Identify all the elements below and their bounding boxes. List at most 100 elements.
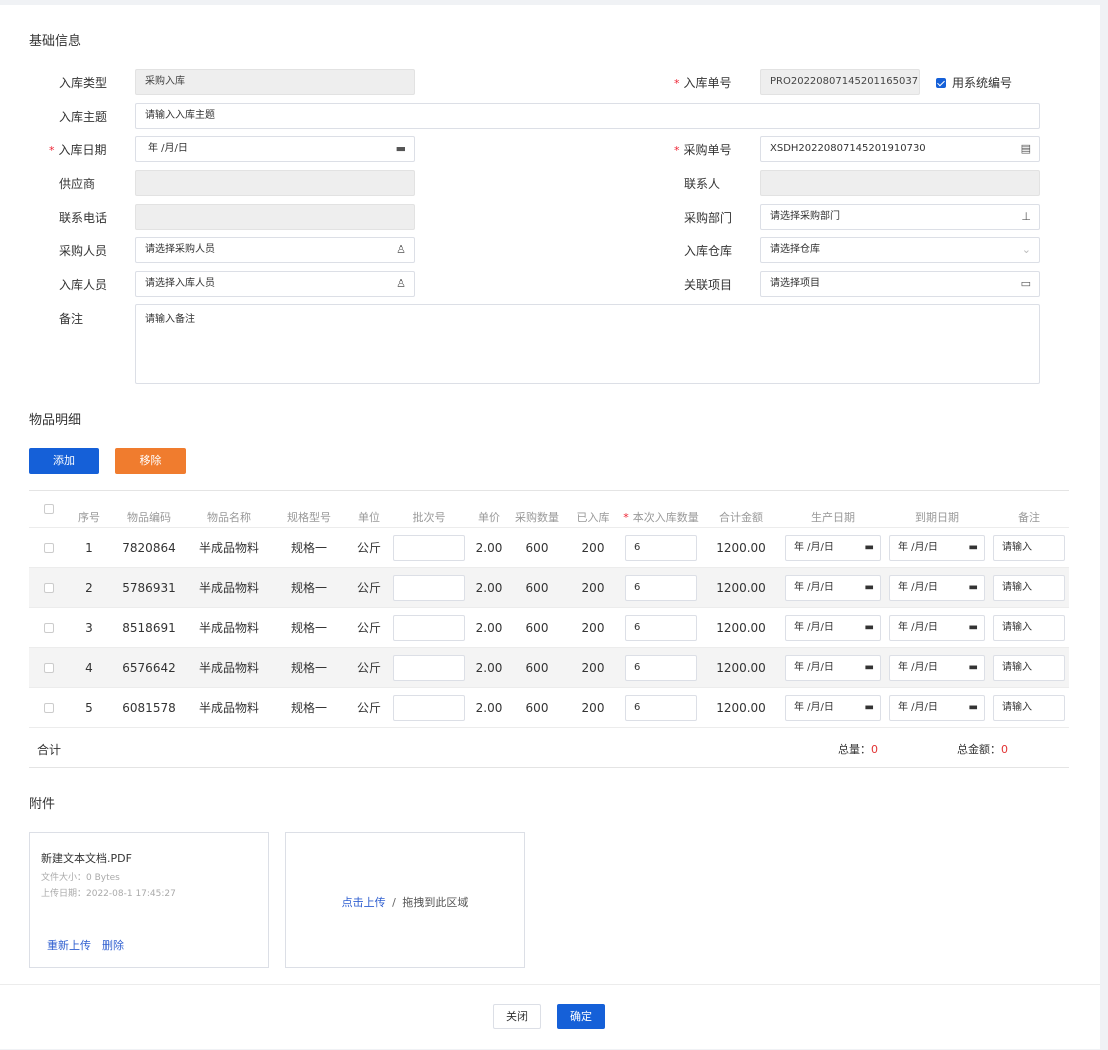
purchase-no-field[interactable]: XSDH20220807145201910730 ▤ xyxy=(760,136,1040,162)
calendar-icon[interactable]: ▬ xyxy=(969,656,978,680)
mfg-date-input[interactable]: 年 /月/日 ▬ xyxy=(785,655,881,681)
supplier-field xyxy=(135,170,415,196)
summary-label: 合计 xyxy=(37,743,62,757)
type-value: 采购入库 xyxy=(145,76,185,87)
note-input[interactable]: 请输入 xyxy=(993,695,1065,721)
delete-link[interactable]: 删除 xyxy=(102,937,124,953)
mfg-date-input-value: 年 /月/日 xyxy=(794,702,834,713)
type-field: 采购入库 xyxy=(135,69,415,95)
click-upload-link[interactable]: 点击上传 xyxy=(342,896,386,909)
use-system-no-checkbox[interactable]: 用系统编号 xyxy=(936,74,1012,91)
this-qty-input-value: 6 xyxy=(634,702,641,713)
cell-unit: 公斤 xyxy=(356,621,382,635)
calendar-icon[interactable]: ▬ xyxy=(865,696,874,720)
user-add-icon[interactable]: ♙ xyxy=(396,238,406,262)
row-checkbox[interactable] xyxy=(44,703,54,713)
calendar-icon[interactable]: ▬ xyxy=(969,696,978,720)
batch-input[interactable] xyxy=(393,575,465,601)
org-chart-icon[interactable]: ⊥ xyxy=(1021,205,1031,229)
row-checkbox[interactable] xyxy=(44,543,54,553)
footer-divider xyxy=(0,984,1100,985)
this-qty-input[interactable]: 6 xyxy=(625,695,697,721)
file-size: 文件大小：0 Bytes xyxy=(41,873,120,883)
remark-textarea[interactable]: 请输入备注 xyxy=(135,304,1040,384)
exp-date-input[interactable]: 年 /月/日 ▬ xyxy=(889,695,985,721)
cell-code: 5786931 xyxy=(122,581,176,595)
exp-date-input[interactable]: 年 /月/日 ▬ xyxy=(889,615,985,641)
column-header: 规格型号 xyxy=(287,509,331,525)
add-button[interactable]: 添加 xyxy=(29,448,99,474)
buyer-select[interactable]: 请选择采购人员 ♙ xyxy=(135,237,415,263)
date-input[interactable]: 年 /月/日 ▬ xyxy=(135,136,415,162)
row-checkbox[interactable] xyxy=(44,623,54,633)
cell-name: 半成品物料 xyxy=(198,661,260,675)
cell-amount: 1200.00 xyxy=(716,541,766,555)
stocker-select[interactable]: 请选择入库人员 ♙ xyxy=(135,271,415,297)
cell-qty: 600 xyxy=(525,661,549,675)
cell-amount: 1200.00 xyxy=(716,621,766,635)
upload-text: 点击上传 / 拖拽到此区域 xyxy=(286,894,524,910)
note-input[interactable]: 请输入 xyxy=(993,615,1065,641)
calendar-icon[interactable]: ▬ xyxy=(865,536,874,560)
checkbox-checked-icon[interactable] xyxy=(936,77,946,88)
note-input[interactable]: 请输入 xyxy=(993,535,1065,561)
mfg-date-input[interactable]: 年 /月/日 ▬ xyxy=(785,695,881,721)
calendar-icon[interactable]: ▬ xyxy=(969,616,978,640)
dept-select[interactable]: 请选择采购部门 ⊥ xyxy=(760,204,1040,230)
row-checkbox[interactable] xyxy=(44,583,54,593)
required-mark: * xyxy=(49,144,55,157)
column-header-text: 批次号 xyxy=(412,511,446,524)
cell-spec: 规格一 xyxy=(290,701,328,715)
calendar-icon[interactable]: ▬ xyxy=(969,576,978,600)
exp-date-input[interactable]: 年 /月/日 ▬ xyxy=(889,535,985,561)
reupload-link[interactable]: 重新上传 xyxy=(47,937,91,953)
note-input[interactable]: 请输入 xyxy=(993,575,1065,601)
user-add-icon[interactable]: ♙ xyxy=(396,272,406,296)
chevron-down-icon[interactable]: ⌄ xyxy=(1022,238,1031,262)
cell-idx: 4 xyxy=(85,661,93,675)
exp-date-input-value: 年 /月/日 xyxy=(898,542,938,553)
this-qty-input[interactable]: 6 xyxy=(625,575,697,601)
this-qty-input[interactable]: 6 xyxy=(625,615,697,641)
exp-date-input-value: 年 /月/日 xyxy=(898,582,938,593)
row-checkbox[interactable] xyxy=(44,663,54,673)
exp-date-input[interactable]: 年 /月/日 ▬ xyxy=(889,655,985,681)
calendar-icon[interactable]: ▬ xyxy=(865,656,874,680)
confirm-button[interactable]: 确定 xyxy=(557,1004,605,1029)
window-icon[interactable]: ▭ xyxy=(1021,272,1031,296)
dept-label: 采购部门 xyxy=(684,211,733,225)
this-qty-input[interactable]: 6 xyxy=(625,655,697,681)
select-all-checkbox[interactable] xyxy=(44,504,54,514)
column-header-text: 规格型号 xyxy=(287,511,331,524)
column-header-text: 单价 xyxy=(478,511,500,524)
exp-date-input[interactable]: 年 /月/日 ▬ xyxy=(889,575,985,601)
subject-input[interactable]: 请输入入库主题 xyxy=(135,103,1040,129)
cell-qty: 600 xyxy=(525,701,549,715)
clipboard-icon[interactable]: ▤ xyxy=(1021,137,1031,161)
this-qty-input[interactable]: 6 xyxy=(625,535,697,561)
cell-unit: 公斤 xyxy=(356,701,382,715)
calendar-icon[interactable]: ▬ xyxy=(396,137,406,161)
note-input[interactable]: 请输入 xyxy=(993,655,1065,681)
batch-input[interactable] xyxy=(393,615,465,641)
mfg-date-input[interactable]: 年 /月/日 ▬ xyxy=(785,615,881,641)
column-header-text: 已入库 xyxy=(576,511,610,524)
column-header: 合计金额 xyxy=(719,509,763,525)
cell-idx: 3 xyxy=(85,621,93,635)
remove-button[interactable]: 移除 xyxy=(115,448,186,474)
contact-label: 联系人 xyxy=(684,177,721,191)
calendar-icon[interactable]: ▬ xyxy=(865,616,874,640)
section-title-attachments: 附件 xyxy=(29,797,56,812)
date-label-text: 入库日期 xyxy=(58,143,107,157)
warehouse-select[interactable]: 请选择仓库 ⌄ xyxy=(760,237,1040,263)
calendar-icon[interactable]: ▬ xyxy=(969,536,978,560)
upload-dropzone[interactable]: 点击上传 / 拖拽到此区域 xyxy=(285,832,525,968)
calendar-icon[interactable]: ▬ xyxy=(865,576,874,600)
batch-input[interactable] xyxy=(393,695,465,721)
close-button[interactable]: 关闭 xyxy=(493,1004,541,1029)
batch-input[interactable] xyxy=(393,655,465,681)
batch-input[interactable] xyxy=(393,535,465,561)
mfg-date-input[interactable]: 年 /月/日 ▬ xyxy=(785,575,881,601)
mfg-date-input[interactable]: 年 /月/日 ▬ xyxy=(785,535,881,561)
project-select[interactable]: 请选择项目 ▭ xyxy=(760,271,1040,297)
